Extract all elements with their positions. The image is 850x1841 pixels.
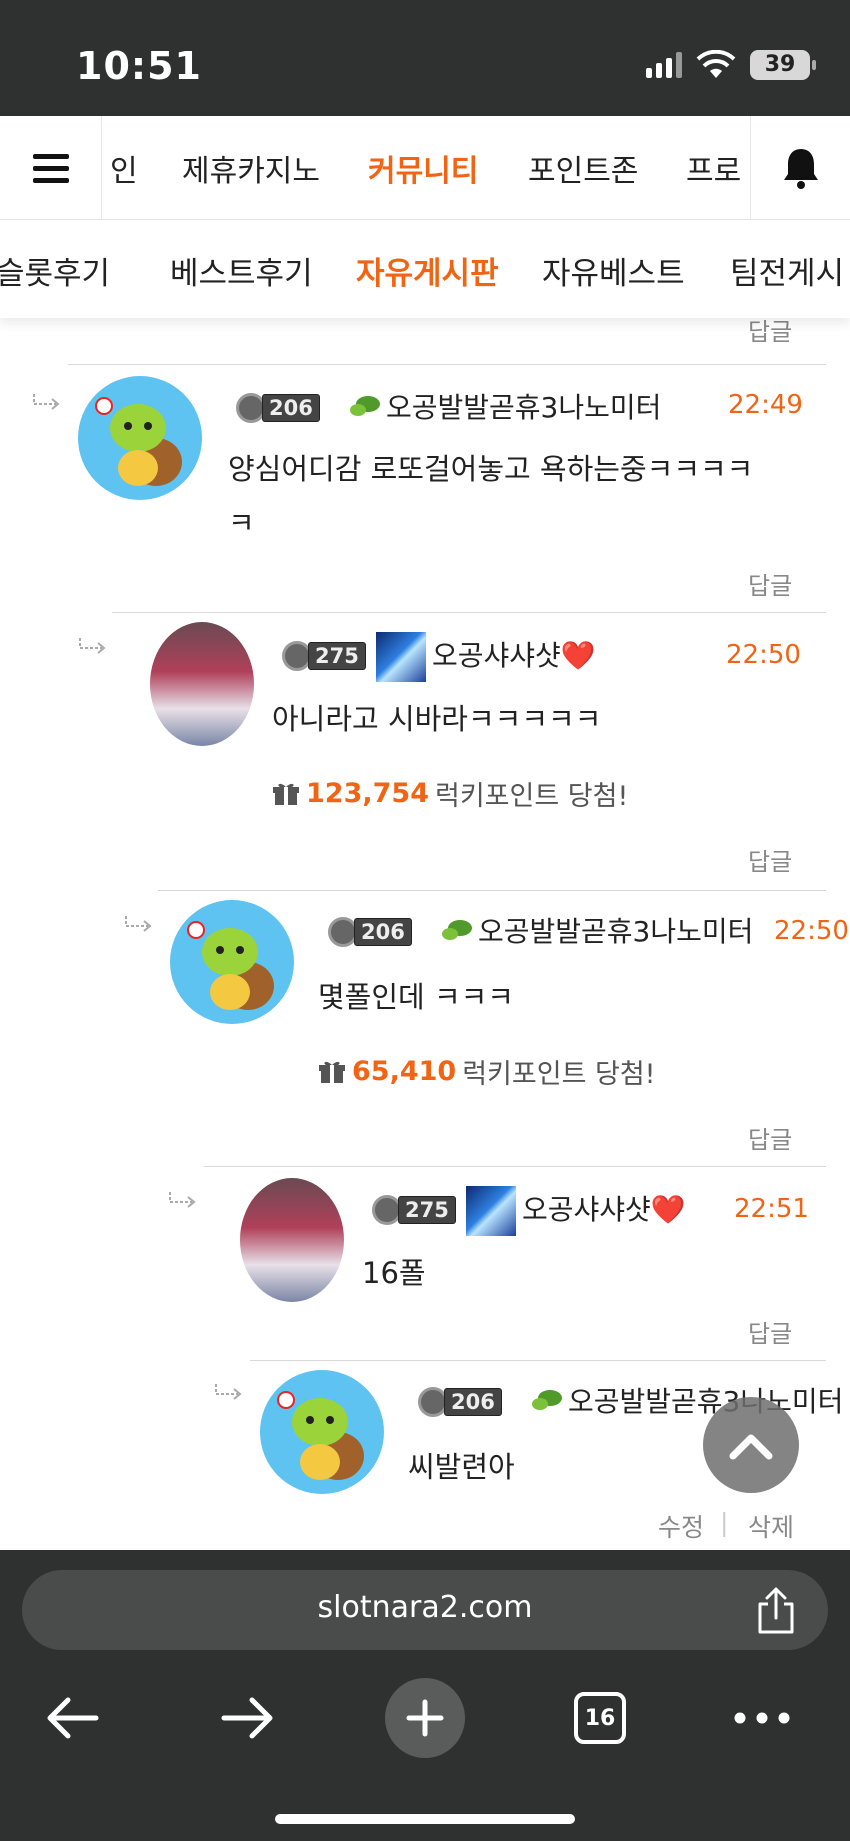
rank-icon	[466, 1186, 516, 1236]
comment-text: 씨발련아	[408, 1450, 515, 1484]
sprout-icon	[532, 1390, 562, 1410]
comment-time: 22:50	[774, 916, 849, 946]
avatar	[240, 1178, 344, 1302]
status-bar: 10:51 39	[0, 0, 850, 116]
tabs-button[interactable]: 16	[560, 1678, 640, 1758]
avatar	[78, 376, 202, 500]
lucky-point-notice: 123,754 럭키포인트 당첨!	[272, 774, 628, 813]
reply-link[interactable]: 답글	[748, 318, 792, 347]
comment-divider	[204, 1166, 826, 1167]
avatar	[170, 900, 294, 1024]
subnav-free-board[interactable]: 자유게시판	[356, 248, 499, 293]
comment-time: 22:51	[734, 1194, 809, 1224]
avatar	[260, 1370, 384, 1494]
reply-link[interactable]: 답글	[748, 1120, 792, 1155]
more-button[interactable]	[722, 1678, 802, 1758]
avatar	[150, 622, 254, 746]
chevron-up-icon	[729, 1434, 773, 1460]
level-badge: 206	[328, 916, 412, 948]
comment-divider	[112, 612, 826, 613]
reply-link[interactable]: 답글	[748, 1314, 792, 1349]
gift-icon	[273, 783, 299, 805]
browser-toolbar: slotnara2.com 16	[0, 1550, 850, 1841]
status-time: 10:51	[76, 44, 202, 88]
reply-arrow-icon	[33, 394, 60, 410]
address-bar[interactable]: slotnara2.com	[22, 1570, 828, 1650]
lucky-point-notice: 65,410 럭키포인트 당첨!	[318, 1052, 656, 1091]
reply-arrow-icon	[215, 1384, 242, 1400]
back-button[interactable]	[32, 1678, 112, 1758]
main-nav: 인 제휴카지노 커뮤니티 포인트존 프로	[0, 116, 850, 220]
reply-link[interactable]: 답글	[748, 566, 792, 601]
battery-icon: 39	[750, 50, 816, 80]
gift-icon	[319, 1061, 345, 1083]
comment-text: 몇폴인데 ㅋㅋㅋ	[318, 980, 514, 1014]
share-icon[interactable]	[754, 1586, 798, 1636]
nav-tab-partial-left[interactable]: 인	[110, 146, 138, 190]
comment-text: 16폴	[362, 1256, 426, 1290]
comment-time: 22:50	[726, 640, 801, 670]
nav-tab-community[interactable]: 커뮤니티	[368, 146, 478, 190]
new-tab-button[interactable]	[385, 1678, 465, 1758]
comment-text: 양심어디감 로또걸어놓고 욕하는중ㅋㅋㅋㅋㅋ	[228, 452, 754, 540]
sprout-icon	[350, 396, 380, 416]
wifi-icon	[696, 50, 736, 78]
arrow-left-icon	[47, 1697, 99, 1739]
url-text: slotnara2.com	[317, 1590, 533, 1625]
plus-icon	[406, 1699, 444, 1737]
action-separator: |	[720, 1508, 729, 1537]
reply-arrow-icon	[125, 916, 152, 932]
comment-divider	[68, 364, 826, 365]
cellular-signal-icon	[646, 52, 682, 78]
tab-count-badge: 16	[574, 1692, 626, 1744]
nav-tab-partial-right[interactable]: 프로	[686, 146, 741, 190]
level-badge: 206	[236, 392, 320, 424]
subnav-team-board[interactable]: 팀전게시	[730, 248, 844, 293]
comment-text: 아니라고 시바라ㅋㅋㅋㅋㅋ	[272, 702, 602, 736]
subnav-best-review[interactable]: 베스트후기	[170, 248, 313, 293]
comment-nickname[interactable]: 오공샤샤샷❤️	[432, 634, 596, 674]
comment-nickname[interactable]: 오공발발곧휴3나노미터	[478, 910, 753, 950]
reply-link[interactable]: 답글	[748, 842, 792, 877]
home-indicator	[275, 1814, 575, 1824]
level-badge: 275	[282, 640, 366, 672]
comment-nickname[interactable]: 오공샤샤샷❤️	[522, 1188, 686, 1228]
forward-button[interactable]	[208, 1678, 288, 1758]
edit-button[interactable]: 수정	[658, 1508, 704, 1544]
comment-time: 22:49	[728, 390, 803, 420]
arrow-right-icon	[221, 1697, 273, 1739]
scroll-to-top-button[interactable]	[703, 1397, 799, 1493]
board-subnav: 슬롯후기 베스트후기 자유게시판 자유베스트 팀전게시	[0, 220, 850, 318]
nav-tab-partner-casino[interactable]: 제휴카지노	[182, 146, 320, 190]
reply-arrow-icon	[79, 638, 106, 654]
level-badge: 206	[418, 1386, 502, 1418]
comment-nickname[interactable]: 오공발발곧휴3나노미터	[386, 386, 661, 426]
reply-arrow-icon	[169, 1192, 196, 1208]
comment-divider	[250, 1360, 826, 1361]
comment-divider	[158, 890, 826, 891]
rank-icon	[376, 632, 426, 682]
bell-icon	[783, 149, 818, 189]
nav-tab-point-zone[interactable]: 포인트존	[528, 146, 638, 190]
subnav-slot-review[interactable]: 슬롯후기	[0, 248, 110, 293]
delete-button[interactable]: 삭제	[748, 1508, 794, 1544]
nav-tabs: 인 제휴카지노 커뮤니티 포인트존 프로	[102, 116, 750, 220]
notification-button[interactable]	[750, 116, 850, 220]
hamburger-menu-button[interactable]	[0, 116, 102, 220]
sprout-icon	[442, 920, 472, 940]
level-badge: 275	[372, 1194, 456, 1226]
comment-list: 답글 206 오공발발곧휴3나노미터 22:49 양심어디감 로또걸어놓고 욕하…	[0, 318, 850, 1550]
more-dots-icon	[734, 1712, 790, 1724]
subnav-free-best[interactable]: 자유베스트	[542, 248, 685, 293]
comment-nickname[interactable]: 오공발발곧휴3나노미터	[568, 1380, 843, 1420]
